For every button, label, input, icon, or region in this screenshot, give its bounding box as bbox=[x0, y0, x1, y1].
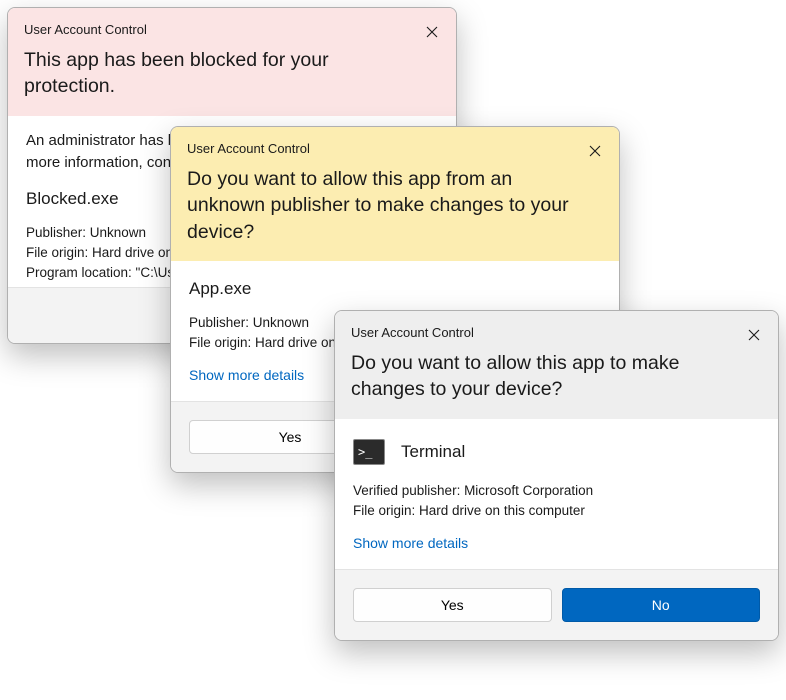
app-name: Terminal bbox=[401, 442, 465, 462]
dialog-body: >_ Terminal Verified publisher: Microsof… bbox=[335, 419, 778, 570]
close-icon bbox=[748, 329, 760, 341]
show-more-details-link[interactable]: Show more details bbox=[189, 367, 304, 383]
close-button[interactable] bbox=[418, 18, 446, 46]
file-origin-line: File origin: Hard drive on this computer bbox=[353, 501, 760, 521]
dialog-heading: Do you want to allow this app from an un… bbox=[187, 166, 603, 245]
dialog-heading: Do you want to allow this app to make ch… bbox=[351, 350, 762, 403]
dialog-title-small: User Account Control bbox=[351, 325, 762, 340]
close-button[interactable] bbox=[740, 321, 768, 349]
dialog-header: User Account Control This app has been b… bbox=[8, 8, 456, 116]
dialog-header: User Account Control Do you want to allo… bbox=[171, 127, 619, 261]
yes-button[interactable]: Yes bbox=[353, 588, 552, 622]
terminal-icon: >_ bbox=[353, 439, 385, 465]
app-row: >_ Terminal bbox=[353, 439, 760, 465]
dialog-footer: Yes No bbox=[335, 569, 778, 640]
publisher-line: Verified publisher: Microsoft Corporatio… bbox=[353, 481, 760, 501]
close-icon bbox=[426, 26, 438, 38]
dialog-title-small: User Account Control bbox=[187, 141, 603, 156]
uac-dialog-verified: User Account Control Do you want to allo… bbox=[334, 310, 779, 641]
show-more-details-link[interactable]: Show more details bbox=[353, 535, 468, 551]
close-icon bbox=[589, 145, 601, 157]
no-button[interactable]: No bbox=[562, 588, 761, 622]
dialog-heading: This app has been blocked for your prote… bbox=[24, 47, 440, 100]
dialog-header: User Account Control Do you want to allo… bbox=[335, 311, 778, 419]
close-button[interactable] bbox=[581, 137, 609, 165]
app-name: App.exe bbox=[189, 279, 601, 299]
dialog-title-small: User Account Control bbox=[24, 22, 440, 37]
